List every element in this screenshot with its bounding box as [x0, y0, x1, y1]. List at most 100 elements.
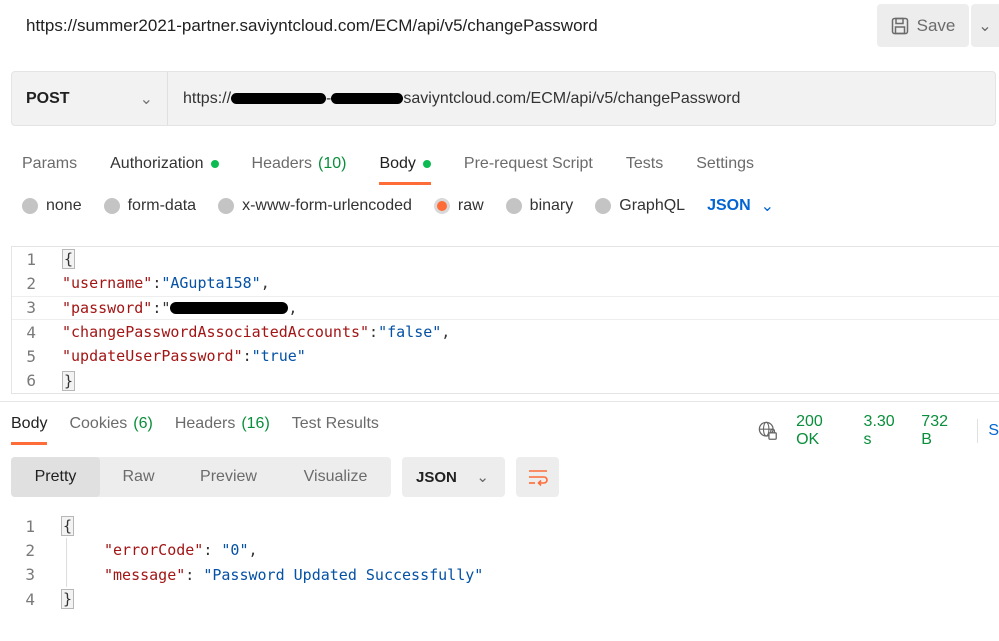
radio-circle — [218, 198, 235, 214]
tab-pre-request-script[interactable]: Pre-request Script — [464, 147, 593, 181]
radio-circle — [595, 198, 612, 214]
code-line: 3 "password":", — [12, 295, 999, 320]
radio-form-data[interactable]: form-data — [103, 197, 197, 215]
redaction-mark — [170, 301, 289, 314]
save-button[interactable]: Save — [877, 4, 969, 47]
tab-label: Pre-request Script — [463, 155, 593, 172]
body-format-select[interactable]: JSON — [707, 197, 751, 215]
url-suffix: saviyntcloud.com/ECM/api/v5/changePasswo… — [403, 89, 741, 107]
radio-label: GraphQL — [619, 197, 686, 214]
code-line: 4 "changePasswordAssociatedAccounts": "fal… — [12, 320, 999, 344]
radio-circle — [505, 198, 522, 214]
view-raw[interactable]: Raw — [100, 457, 177, 497]
code-line: 3 "message": "Password Updated Successful… — [11, 562, 483, 587]
json-key: "message" — [104, 565, 186, 584]
format-label: JSON — [416, 468, 457, 486]
line-number: 2 — [26, 273, 36, 293]
count-badge: (16) — [241, 415, 270, 432]
globe-lock-icon[interactable] — [758, 420, 778, 442]
radio-circle — [433, 198, 450, 214]
request-title: https://summer2021-partner.saviyntcloud.… — [26, 16, 598, 35]
radio-graphql[interactable]: GraphQL — [595, 197, 685, 215]
radio-label: binary — [529, 197, 574, 214]
status-code[interactable]: 200 OK — [796, 413, 845, 449]
tab-response-headers[interactable]: Headers (16) — [175, 411, 270, 437]
redaction-mark — [331, 93, 404, 104]
wrap-lines-button[interactable] — [516, 457, 559, 497]
code-line: 2 "username": "AGupta158", — [12, 271, 999, 295]
save-options-dropdown[interactable]: ⌄ — [971, 4, 999, 47]
radio-binary[interactable]: binary — [505, 197, 574, 215]
method-label: POST — [26, 89, 70, 107]
code-line: 6} — [12, 368, 999, 392]
tab-label: Body — [11, 415, 48, 432]
tab-body[interactable]: Body — [379, 147, 432, 185]
json-value: "0" — [221, 541, 249, 560]
line-number: 4 — [26, 322, 36, 342]
tab-headers[interactable]: Headers (10) — [252, 147, 347, 181]
tab-label: Cookies — [69, 415, 128, 432]
request-body-editor[interactable]: 1{ 2 "username": "AGupta158", 3 "password":… — [11, 246, 999, 394]
tab-tests[interactable]: Tests — [626, 147, 663, 181]
response-time[interactable]: 3.30 s — [864, 413, 904, 449]
url-input[interactable]: https:// - saviyntcloud.com/ECM/api/v5/c… — [168, 72, 740, 125]
brace: { — [61, 516, 75, 537]
view-visualize[interactable]: Visualize — [280, 457, 391, 497]
json-key: "username" — [62, 274, 153, 293]
tab-label: Headers — [174, 415, 236, 432]
tab-label: Authorization — [110, 155, 204, 172]
code-line: 1{ — [12, 247, 999, 271]
line-number: 3 — [25, 565, 35, 585]
tab-label: Tests — [625, 155, 664, 172]
save-response-button[interactable]: S — [988, 422, 999, 440]
json-key: "updateUserPassword" — [62, 347, 243, 366]
chevron-down-icon: ⌄ — [978, 17, 992, 35]
radio-raw[interactable]: raw — [433, 197, 484, 215]
tab-label: Test Results — [291, 415, 379, 432]
response-size[interactable]: 732 B — [921, 413, 959, 449]
line-number: 1 — [25, 516, 35, 536]
status-dot — [210, 160, 219, 168]
radio-none[interactable]: none — [22, 197, 82, 215]
tab-response-body[interactable]: Body — [11, 411, 48, 445]
radio-label: none — [46, 197, 82, 214]
radio-label: raw — [457, 197, 484, 214]
line-number: 1 — [26, 249, 36, 269]
brace: } — [61, 589, 75, 610]
radio-urlencoded[interactable]: x-www-form-urlencoded — [218, 197, 412, 215]
url-prefix: https:// — [183, 89, 232, 107]
count-badge: (10) — [318, 155, 347, 172]
line-number: 2 — [25, 540, 35, 560]
tab-label: Headers — [251, 155, 312, 172]
view-preview[interactable]: Preview — [177, 457, 280, 497]
save-icon — [891, 17, 908, 34]
tab-label: Body — [379, 155, 416, 172]
tab-cookies[interactable]: Cookies (6) — [69, 411, 152, 437]
tab-params[interactable]: Params — [22, 147, 77, 181]
code-line: 2 "errorCode": "0", — [11, 538, 483, 563]
method-select[interactable]: POST ⌄ — [12, 72, 168, 125]
response-body: 1{ 2 "errorCode": "0", 3 "message": "Passw… — [11, 514, 483, 611]
view-pretty[interactable]: Pretty — [11, 457, 100, 497]
tab-label: Settings — [696, 155, 755, 172]
brace: { — [62, 249, 76, 270]
radio-label: form-data — [127, 197, 197, 214]
chevron-down-icon[interactable]: ⌄ — [761, 196, 774, 216]
radio-circle — [22, 198, 38, 214]
chevron-down-icon: ⌄ — [476, 469, 489, 486]
divider — [0, 401, 999, 402]
line-number: 4 — [25, 589, 35, 609]
tab-authorization[interactable]: Authorization — [110, 147, 219, 181]
tab-test-results[interactable]: Test Results — [292, 411, 379, 437]
code-line: 1{ — [11, 514, 483, 538]
code-line: 5 "updateUserPassword": "true" — [12, 344, 999, 368]
redaction-mark — [231, 93, 327, 104]
body-type-radios: none form-data x-www-form-urlencoded raw… — [22, 196, 774, 216]
request-tabs: Params Authorization Headers (10) Body Pr… — [22, 147, 787, 185]
tab-settings[interactable]: Settings — [696, 147, 754, 181]
response-format-select[interactable]: JSON ⌄ — [402, 457, 505, 497]
json-value: "true" — [251, 347, 306, 366]
response-tabs: Body Cookies (6) Headers (16) Test Results — [11, 411, 401, 445]
view-mode-switch: Pretty Raw Preview Visualize — [11, 457, 391, 497]
chevron-down-icon: ⌄ — [139, 90, 153, 108]
